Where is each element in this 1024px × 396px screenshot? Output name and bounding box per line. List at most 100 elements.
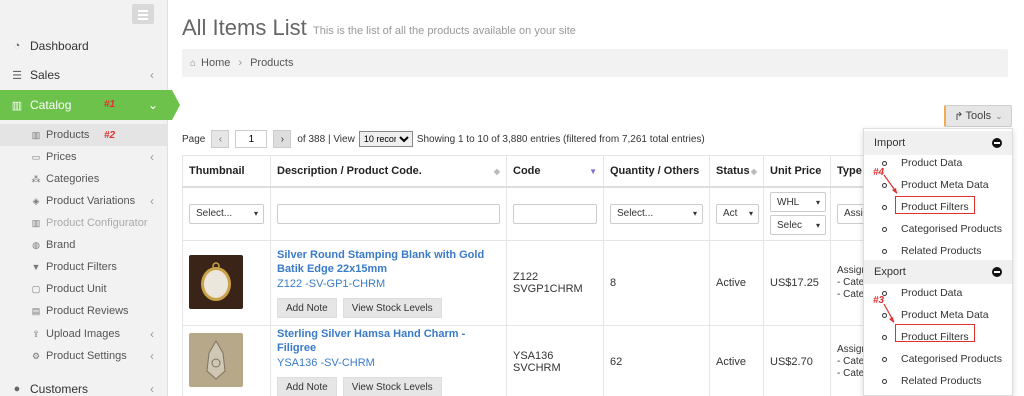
- sidebar-subitem-product-filters[interactable]: ▼ Product Filters: [0, 256, 168, 278]
- sidebar-subitem-label: Product Settings: [46, 350, 127, 362]
- export-product-data[interactable]: Product Data: [882, 284, 962, 302]
- sidebar-item-sales[interactable]: ☰ Sales ‹: [0, 60, 168, 90]
- sidebar-subitem-prices[interactable]: ▭ Prices ‹: [0, 146, 168, 168]
- import-related-products[interactable]: Related Products: [882, 242, 982, 260]
- breadcrumb-home-link[interactable]: Home: [201, 57, 230, 69]
- table-row[interactable]: Silver Round Stamping Blank with Gold Ba…: [182, 240, 883, 326]
- add-note-button[interactable]: Add Note: [277, 376, 337, 396]
- upload-icon: ⇪: [32, 328, 40, 339]
- price-icon: ▭: [31, 151, 41, 162]
- breadcrumb-separator-icon: ›: [238, 57, 243, 69]
- export-categorised-products[interactable]: Categorised Products: [882, 350, 1002, 368]
- column-header-quantity[interactable]: Quantity / Others: [603, 155, 710, 188]
- thumbnail-cell: [182, 325, 271, 396]
- gear-icon: ⚙: [31, 350, 41, 361]
- sidebar-subitem-product-configurator[interactable]: ▥ Product Configurator: [0, 212, 168, 234]
- status-cell: Active: [709, 325, 764, 396]
- description-cell: Silver Round Stamping Blank with Gold Ba…: [270, 240, 507, 326]
- sidebar-item-label: Customers: [30, 382, 89, 396]
- sidebar-subitem-product-unit[interactable]: ▢ Product Unit: [0, 278, 168, 300]
- sidebar-subitem-product-settings[interactable]: ⚙ Product Settings ‹: [0, 345, 168, 367]
- view-stock-levels-button[interactable]: View Stock Levels: [342, 376, 442, 396]
- import-product-data[interactable]: Product Data: [882, 154, 962, 172]
- sort-icon: ◆: [493, 167, 500, 176]
- description-filter-input[interactable]: [277, 203, 500, 224]
- pagination-bar: Page ‹ › of 388 | View 10 records Showin…: [182, 129, 705, 149]
- sidebar-item-dashboard[interactable]: ◔ Dashboard: [0, 31, 168, 61]
- bullet-icon: [882, 160, 887, 166]
- bullet-icon: [882, 204, 887, 210]
- table-row[interactable]: Sterling Silver Hamsa Hand Charm - Filig…: [182, 325, 883, 396]
- sidebar-subitem-label: Product Unit: [46, 283, 107, 295]
- sidebar-subitem-categories[interactable]: ⁂ Categories: [0, 168, 168, 190]
- thumbnail-filter-select[interactable]: Select... ▾: [189, 203, 264, 224]
- sidebar-subitem-label: Product Filters: [46, 261, 117, 273]
- sidebar-subitem-product-reviews[interactable]: ▤ Product Reviews: [0, 300, 168, 322]
- product-name-link[interactable]: Silver Round Stamping Blank with Gold Ba…: [277, 248, 506, 276]
- chevron-down-icon: ▾: [815, 197, 820, 207]
- sidebar-item-label: Catalog: [30, 98, 72, 112]
- product-sku-link[interactable]: YSA136 -SV-CHRM: [277, 357, 506, 369]
- page-number-input[interactable]: [235, 130, 268, 148]
- records-per-page-select[interactable]: 10 records: [358, 131, 413, 147]
- thumbnail-cell: [182, 240, 271, 326]
- view-stock-levels-button[interactable]: View Stock Levels: [342, 298, 442, 318]
- next-page-button[interactable]: ›: [273, 130, 292, 148]
- bullet-icon: [882, 182, 887, 188]
- column-header-unit-price[interactable]: Unit Price: [763, 155, 831, 188]
- highlight-box-import-filters: [895, 196, 975, 214]
- column-header-code[interactable]: Code ▼: [506, 155, 604, 188]
- sidebar-subitem-label: Product Variations: [46, 195, 136, 207]
- home-icon: ⌂: [190, 57, 197, 69]
- list-icon: ▥: [31, 129, 41, 140]
- sidebar-subitem-product-variations[interactable]: ◈ Product Variations ‹: [0, 190, 168, 212]
- price-cell: US$17.25: [763, 240, 831, 326]
- import-product-meta-data[interactable]: Product Meta Data: [882, 176, 989, 194]
- export-product-meta-data[interactable]: Product Meta Data: [882, 306, 989, 324]
- bullet-icon: [882, 378, 887, 384]
- catalog-icon: ▥: [11, 99, 23, 112]
- code-cell: YSA136 SVCHRM: [506, 325, 604, 396]
- tools-label: Tools: [965, 110, 992, 122]
- quantity-filter-select[interactable]: Select... ▾: [610, 203, 703, 224]
- column-header-status[interactable]: Status ◆: [709, 155, 764, 188]
- column-header-description[interactable]: Description / Product Code. ◆: [270, 155, 507, 188]
- collapse-icon[interactable]: [992, 138, 1002, 148]
- export-related-products[interactable]: Related Products: [882, 372, 982, 390]
- add-note-button[interactable]: Add Note: [277, 298, 337, 318]
- status-filter-select[interactable]: Act ▾: [716, 203, 759, 224]
- collapse-icon[interactable]: [992, 267, 1002, 277]
- bullet-icon: [882, 248, 887, 254]
- chevron-left-icon: ‹: [150, 68, 154, 82]
- prev-page-button[interactable]: ‹: [211, 130, 230, 148]
- sidebar-subitem-products[interactable]: ▥ Products: [0, 124, 168, 146]
- sidebar-item-label: Dashboard: [30, 39, 89, 53]
- export-section-header[interactable]: Export: [864, 260, 1012, 284]
- description-cell: Sterling Silver Hamsa Hand Charm - Filig…: [270, 325, 507, 396]
- product-thumbnail[interactable]: [189, 333, 243, 387]
- chevron-down-icon: ⌄: [995, 110, 1003, 121]
- product-name-link[interactable]: Sterling Silver Hamsa Hand Charm - Filig…: [277, 327, 506, 355]
- sidebar-item-customers[interactable]: ● Customers ‹: [0, 374, 168, 396]
- sidebar-item-catalog[interactable]: ▥ Catalog ⌄: [0, 90, 180, 120]
- chevron-left-icon: ‹: [150, 150, 154, 164]
- import-section-header[interactable]: Import: [864, 131, 1012, 155]
- page-count-text: of 388 | View: [297, 133, 355, 145]
- tools-dropdown-menu: Import Product Data Product Meta Data Pr…: [863, 128, 1013, 396]
- page-label: Page: [182, 133, 206, 145]
- tools-button[interactable]: ↱ Tools ⌄: [944, 105, 1012, 127]
- import-categorised-products[interactable]: Categorised Products: [882, 220, 1002, 238]
- product-sku-link[interactable]: Z122 -SV-GP1-CHRM: [277, 278, 506, 290]
- price-filter-select[interactable]: Selec ▾: [770, 215, 826, 236]
- sidebar-subitem-brand[interactable]: ◍ Brand: [0, 234, 168, 256]
- page-title: All Items List: [182, 15, 307, 40]
- product-thumbnail[interactable]: [189, 254, 243, 309]
- code-filter-input[interactable]: [513, 203, 597, 224]
- share-icon: ↱: [954, 110, 964, 123]
- sitemap-icon: ⁂: [31, 173, 41, 184]
- sidebar-subitem-upload-images[interactable]: ⇪ Upload Images ‹: [0, 323, 168, 345]
- sidebar-toggle-button[interactable]: [132, 4, 154, 24]
- price-group-filter-select[interactable]: WHL ▾: [770, 192, 826, 213]
- annotation-marker-3: #3: [873, 295, 885, 306]
- column-header-thumbnail[interactable]: Thumbnail: [182, 155, 271, 188]
